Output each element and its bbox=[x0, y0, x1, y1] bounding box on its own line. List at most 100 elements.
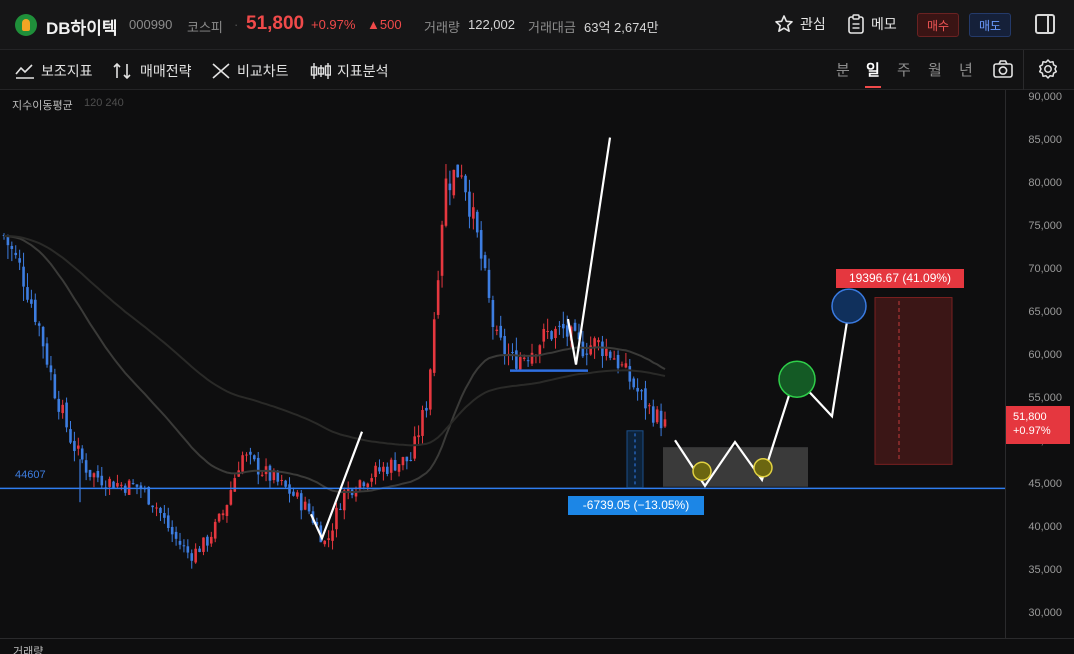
buy-button[interactable]: 매수 bbox=[917, 13, 959, 37]
candle-body bbox=[389, 459, 393, 473]
candle-body bbox=[515, 350, 518, 369]
candle-body bbox=[77, 445, 80, 449]
candle-body bbox=[120, 484, 123, 486]
candle-body bbox=[80, 448, 84, 460]
period-tab-minute[interactable]: 분 bbox=[836, 59, 850, 80]
candle-body bbox=[163, 512, 166, 518]
tool-label-indicators: 보조지표 bbox=[41, 63, 93, 79]
candle-body bbox=[116, 483, 119, 487]
candle-body bbox=[33, 299, 37, 322]
candle-body bbox=[640, 390, 643, 392]
candle-body bbox=[65, 402, 68, 428]
candle-body bbox=[178, 540, 182, 545]
watch-button[interactable]: 관심 bbox=[774, 14, 826, 34]
candle-body bbox=[61, 404, 64, 414]
candle-body bbox=[249, 451, 252, 455]
candle-body bbox=[581, 341, 585, 357]
candle-body bbox=[166, 515, 170, 528]
candle-body bbox=[217, 513, 221, 522]
sell-button[interactable]: 매도 bbox=[969, 13, 1011, 37]
memo-button[interactable]: 메모 bbox=[847, 14, 897, 34]
candle-body bbox=[417, 435, 420, 438]
chart-toolbar: 보조지표 매매전략 비교차트 지표분석 분 일 주 월 년 bbox=[0, 50, 1074, 90]
candle-body bbox=[155, 507, 158, 509]
candle-body bbox=[84, 460, 88, 473]
candle-body bbox=[221, 513, 225, 516]
candle-body bbox=[342, 490, 346, 511]
candle-body bbox=[448, 183, 452, 191]
price-chart-area[interactable] bbox=[0, 90, 1005, 638]
candle-body bbox=[358, 480, 362, 489]
price-axis-tick: 55,000 bbox=[1028, 392, 1062, 404]
candle-body bbox=[565, 325, 569, 337]
candle-body bbox=[401, 457, 405, 466]
candle-body bbox=[589, 345, 592, 355]
candle-body bbox=[374, 465, 377, 478]
candle-body bbox=[245, 454, 248, 456]
volume-pane-label: 거래량 bbox=[13, 646, 44, 654]
candle-body bbox=[69, 429, 72, 443]
candle-body bbox=[393, 459, 397, 471]
candle-body bbox=[475, 211, 479, 233]
candle-body bbox=[378, 467, 381, 472]
candle-body bbox=[135, 484, 139, 487]
indicator-tool-button[interactable]: 보조지표 bbox=[15, 61, 93, 81]
candle-body bbox=[233, 478, 237, 492]
candle-body bbox=[339, 508, 342, 510]
tool-label-compare: 비교차트 bbox=[237, 63, 289, 79]
tool-label-analysis: 지표분석 bbox=[337, 63, 389, 79]
candle-body bbox=[655, 409, 659, 423]
candlestick-chart[interactable] bbox=[0, 90, 1005, 638]
candle-body bbox=[382, 466, 385, 472]
side-panel-toggle-icon[interactable] bbox=[1035, 14, 1055, 34]
price-axis-tick: 45,000 bbox=[1028, 478, 1062, 490]
analysis-tool-button[interactable]: 지표분석 bbox=[309, 61, 389, 81]
candle-body bbox=[256, 457, 260, 475]
price-axis-tick: 35,000 bbox=[1028, 564, 1062, 576]
trend-line-icon bbox=[15, 64, 34, 79]
candle-body bbox=[558, 325, 561, 327]
candle-body bbox=[96, 471, 100, 478]
period-tab-week[interactable]: 주 bbox=[897, 59, 911, 80]
candle-body bbox=[452, 169, 456, 196]
camera-icon[interactable] bbox=[992, 58, 1014, 80]
period-tab-month[interactable]: 월 bbox=[928, 59, 942, 80]
candle-body bbox=[487, 269, 491, 298]
candle-body bbox=[88, 469, 92, 477]
measure-up-box bbox=[874, 297, 953, 465]
candle-body bbox=[526, 360, 530, 362]
period-tab-year[interactable]: 년 bbox=[959, 59, 973, 80]
candle-body bbox=[49, 365, 53, 373]
stock-header: DB하이텍 000990 코스피 · 51,800 +0.97% ▲500 거래… bbox=[0, 0, 1074, 50]
candle-body bbox=[624, 363, 628, 368]
candle-body bbox=[421, 410, 424, 436]
candle-body bbox=[186, 546, 190, 553]
period-tab-day[interactable]: 일 bbox=[865, 59, 881, 88]
compare-tool-button[interactable]: 비교차트 bbox=[211, 61, 289, 81]
candle-body bbox=[522, 357, 526, 359]
candle-body bbox=[45, 343, 49, 365]
star-icon bbox=[775, 15, 793, 32]
candle-body bbox=[651, 406, 655, 423]
price-axis-tick: 90,000 bbox=[1028, 91, 1062, 103]
candle-body bbox=[22, 266, 25, 287]
support-level-label: 44607 bbox=[15, 469, 46, 481]
strategy-tool-button[interactable]: 매매전략 bbox=[112, 61, 192, 81]
candle-body bbox=[280, 479, 283, 481]
settings-gear-icon[interactable] bbox=[1037, 58, 1059, 80]
candle-body bbox=[303, 501, 307, 510]
price-axis-tick: 40,000 bbox=[1028, 521, 1062, 533]
candle-body bbox=[440, 224, 444, 276]
candle-body bbox=[131, 483, 135, 485]
candle-body bbox=[464, 175, 467, 193]
stock-code: 000990 bbox=[129, 17, 173, 32]
candle-body bbox=[468, 191, 471, 217]
candle-body bbox=[562, 323, 565, 329]
stock-name[interactable]: DB하이텍 bbox=[46, 14, 117, 39]
indicator-label[interactable]: 지수이동평균 bbox=[12, 97, 73, 113]
candle-body bbox=[616, 354, 620, 369]
price-axis[interactable]: 90,000 85,000 80,000 75,000 70,000 65,000 60,0… bbox=[1005, 90, 1074, 638]
candle-body bbox=[147, 486, 151, 505]
candle-body bbox=[663, 419, 667, 427]
candle-body bbox=[123, 485, 127, 493]
